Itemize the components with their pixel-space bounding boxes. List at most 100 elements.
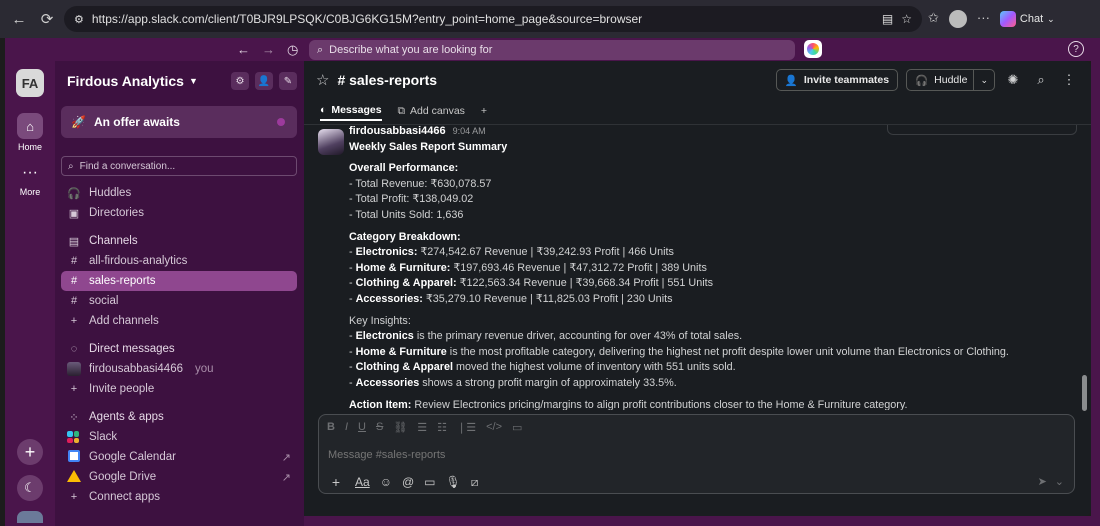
- channel-label: social: [89, 295, 119, 307]
- search-icon[interactable]: ⌕: [1031, 70, 1051, 90]
- huddle-button[interactable]: 🎧 Huddle ⌄: [906, 69, 995, 91]
- channel-title[interactable]: # sales-reports: [337, 72, 437, 88]
- add-channels-button[interactable]: + Add channels: [61, 311, 297, 331]
- channel-tabs: ◐ Messages ⧉ Add canvas +: [320, 101, 487, 121]
- tab-label: Add canvas: [410, 105, 465, 117]
- favorites-icon[interactable]: ✩: [928, 10, 939, 28]
- sidebar-item-label: Huddles: [89, 187, 132, 199]
- message-author[interactable]: firdousabbasi4466: [349, 125, 446, 137]
- history-forward-icon[interactable]: →: [262, 42, 275, 58]
- connect-apps-label: Connect apps: [89, 491, 160, 503]
- chevron-down-icon[interactable]: ⌄: [1055, 475, 1064, 488]
- message-timestamp[interactable]: 9:04 AM: [453, 126, 486, 136]
- link-icon[interactable]: ⛓: [393, 421, 407, 434]
- tab-messages[interactable]: ◐ Messages: [320, 101, 382, 121]
- history-back-icon[interactable]: ←: [237, 42, 250, 58]
- workspace-avatar[interactable]: FA: [16, 69, 44, 97]
- reload-icon[interactable]: ⟳: [36, 8, 58, 30]
- site-info-icon[interactable]: ⚙: [74, 13, 84, 26]
- composer-actions: + Aa ☺ @ ▭ 🎙 ⧄: [327, 473, 478, 491]
- help-icon[interactable]: ?: [1068, 41, 1084, 57]
- dm-section-header[interactable]: ◌ Direct messages: [61, 339, 297, 359]
- underline-icon[interactable]: U: [358, 421, 366, 434]
- sidebar-item-huddles[interactable]: 🎧 Huddles: [61, 183, 297, 203]
- home-icon: ⌂: [17, 113, 43, 139]
- settings-icon[interactable]: ⚙: [231, 72, 249, 90]
- add-tab-button[interactable]: +: [481, 101, 487, 121]
- avatar[interactable]: [318, 129, 344, 155]
- external-link-icon[interactable]: ↗: [282, 471, 291, 484]
- bold-icon[interactable]: B: [327, 421, 335, 434]
- kebab-menu-icon[interactable]: ⋮: [1059, 70, 1079, 90]
- send-icon[interactable]: ➤: [1038, 475, 1047, 488]
- channels-section-header[interactable]: ▤ Channels: [61, 231, 297, 251]
- sidebar-item-label: Directories: [89, 207, 144, 219]
- workspace-rail: FA ⌂ Home ··· More + ☾: [5, 61, 55, 526]
- category-text: ₹122,563.34 Revenue | ₹39,668.34 Profit …: [456, 277, 714, 290]
- microphone-icon[interactable]: 🎙: [445, 475, 460, 489]
- search-bar[interactable]: ⌕ Describe what you are looking for: [309, 40, 795, 60]
- sidebar-item-channel[interactable]: # all-firdous-analytics: [61, 251, 297, 271]
- connect-apps-button[interactable]: + Connect apps: [61, 487, 297, 507]
- tab-add-canvas[interactable]: ⧉ Add canvas: [398, 101, 465, 121]
- create-new-button[interactable]: +: [17, 439, 43, 465]
- sidebar-item-app-google-drive[interactable]: Google Drive ↗: [61, 467, 297, 487]
- workspace-name[interactable]: Firdous Analytics: [67, 73, 184, 89]
- channel-view: ☆ # sales-reports 👤 Invite teammates 🎧 H…: [304, 61, 1091, 516]
- favorite-star-icon[interactable]: ☆: [901, 12, 912, 26]
- sidebar-item-channel[interactable]: # social: [61, 291, 297, 311]
- ai-assistant-button[interactable]: [804, 40, 822, 58]
- attach-plus-icon[interactable]: +: [327, 473, 345, 491]
- video-icon[interactable]: ▭: [424, 475, 435, 489]
- apps-grid-icon: ⁘: [69, 411, 79, 424]
- avatar: [67, 362, 81, 376]
- invite-people-button[interactable]: + Invite people: [61, 379, 297, 399]
- scrollbar[interactable]: [1082, 375, 1087, 411]
- star-icon[interactable]: ☆: [316, 71, 329, 89]
- offer-banner[interactable]: 🚀 An offer awaits: [61, 106, 297, 138]
- italic-icon[interactable]: I: [345, 421, 348, 434]
- rocket-icon: 🚀: [71, 115, 86, 129]
- more-menu-icon[interactable]: ···: [977, 10, 990, 28]
- text-format-icon[interactable]: Aa: [355, 475, 370, 489]
- strikethrough-icon[interactable]: S: [376, 421, 383, 434]
- address-bar[interactable]: ⚙ https://app.slack.com/client/T0BJR9LPS…: [64, 6, 922, 32]
- insight-text: is the most profitable category, deliver…: [446, 345, 1009, 358]
- chevron-down-icon[interactable]: ▼: [189, 76, 198, 86]
- blockquote-icon[interactable]: ❘☰: [457, 421, 476, 434]
- ordered-list-icon[interactable]: ☰: [417, 421, 427, 434]
- sidebar-item-dm[interactable]: firdousabbasi4466 you: [61, 359, 297, 379]
- chevron-down-icon[interactable]: ⌄: [973, 70, 994, 90]
- mention-icon[interactable]: @: [402, 475, 414, 489]
- back-icon[interactable]: ←: [8, 8, 30, 30]
- rail-home[interactable]: ⌂ Home: [17, 113, 43, 152]
- sidebar-item-app-slack[interactable]: Slack: [61, 427, 297, 447]
- sidebar-item-app-google-calendar[interactable]: Google Calendar ↗: [61, 447, 297, 467]
- messages-icon: ◐: [320, 104, 327, 116]
- message-input[interactable]: [328, 449, 928, 461]
- apps-section-header[interactable]: ⁘ Agents & apps: [61, 407, 297, 427]
- code-icon[interactable]: </>: [486, 421, 502, 434]
- history-clock-icon[interactable]: ◷: [287, 42, 298, 58]
- rail-more[interactable]: ··· More: [17, 162, 43, 197]
- copilot-icon: [999, 11, 1016, 27]
- add-person-icon[interactable]: 👤: [255, 72, 273, 90]
- user-avatar[interactable]: [17, 511, 43, 523]
- profile-avatar[interactable]: [948, 10, 967, 28]
- moon-icon[interactable]: ☾: [17, 475, 43, 501]
- emoji-icon[interactable]: ☺: [380, 475, 392, 489]
- code-block-icon[interactable]: ▭: [512, 421, 522, 434]
- external-link-icon[interactable]: ↗: [282, 451, 291, 464]
- search-icon: ⌕: [317, 43, 324, 56]
- invite-teammates-button[interactable]: 👤 Invite teammates: [775, 69, 899, 91]
- find-conversation-input[interactable]: ⌕ Find a conversation...: [61, 156, 297, 176]
- bullet-list-icon[interactable]: ☷: [437, 421, 447, 434]
- compose-icon[interactable]: ✎: [279, 72, 297, 90]
- tab-label: Messages: [331, 104, 382, 116]
- slash-command-icon[interactable]: ⧄: [471, 475, 479, 490]
- notifications-icon[interactable]: ✺: [1003, 70, 1023, 90]
- sidebar-item-directories[interactable]: ▣ Directories: [61, 203, 297, 223]
- sidebar-item-channel-selected[interactable]: # sales-reports: [61, 271, 297, 291]
- reader-icon[interactable]: ▤: [882, 12, 893, 26]
- copilot-chat-button[interactable]: Chat ⌄: [999, 10, 1055, 28]
